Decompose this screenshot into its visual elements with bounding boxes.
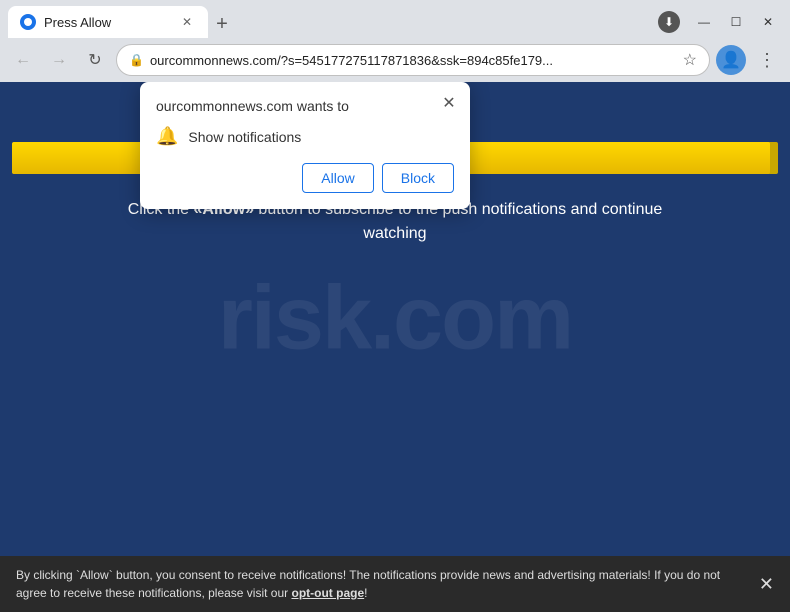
dialog-permission-label: Show notifications — [188, 129, 301, 145]
profile-button[interactable]: 👤 — [716, 45, 746, 75]
allow-button[interactable]: Allow — [302, 163, 373, 193]
dialog-site-text: ourcommonnews.com wants to — [156, 98, 454, 114]
back-button[interactable]: ← — [8, 45, 38, 75]
title-bar: Press Allow ✕ + ⬇ — ☐ ✕ — [0, 0, 790, 38]
window-controls: — ☐ ✕ — [690, 12, 782, 32]
cta-line2: watching — [363, 225, 426, 242]
download-icon: ⬇ — [658, 11, 680, 33]
bookmark-icon[interactable]: ☆ — [683, 50, 697, 70]
tab-area: Press Allow ✕ + — [8, 6, 652, 38]
bell-icon: 🔔 — [156, 126, 178, 147]
tab-close-button[interactable]: ✕ — [178, 13, 196, 31]
more-options-button[interactable]: ⋮ — [752, 45, 782, 75]
dialog-close-button[interactable]: ✕ — [438, 92, 460, 114]
toolbar: ← → ↻ 🔒 ourcommonnews.com/?s=54517727511… — [0, 38, 790, 82]
new-tab-button[interactable]: + — [208, 10, 236, 38]
bottom-notification-bar: By clicking `Allow` button, you consent … — [0, 556, 790, 612]
close-button[interactable]: ✕ — [754, 12, 782, 32]
block-button[interactable]: Block — [382, 163, 454, 193]
minimize-button[interactable]: — — [690, 12, 718, 32]
reload-button[interactable]: ↻ — [80, 45, 110, 75]
bottom-bar-text-before: By clicking `Allow` button, you consent … — [16, 568, 720, 600]
tab-favicon — [20, 14, 36, 30]
browser-window: Press Allow ✕ + ⬇ — ☐ ✕ ← → ↻ 🔒 ourcommo… — [0, 0, 790, 612]
maximize-button[interactable]: ☐ — [722, 12, 750, 32]
dialog-permission-row: 🔔 Show notifications — [156, 126, 454, 147]
bottom-bar-text-after: ! — [364, 586, 367, 600]
page-content: risk.com ✕ ourcommonnews.com wants to 🔔 … — [0, 82, 790, 556]
bottom-bar-close-button[interactable]: ✕ — [759, 571, 774, 598]
dialog-buttons: Allow Block — [156, 163, 454, 193]
forward-button[interactable]: → — [44, 45, 74, 75]
active-tab[interactable]: Press Allow ✕ — [8, 6, 208, 38]
watermark-text: risk.com — [218, 268, 572, 371]
address-bar[interactable]: 🔒 ourcommonnews.com/?s=54517727511787183… — [116, 44, 710, 76]
bottom-bar-text: By clicking `Allow` button, you consent … — [16, 566, 747, 602]
opt-out-link[interactable]: opt-out page — [291, 586, 364, 600]
address-text: ourcommonnews.com/?s=545177275117871836&… — [150, 53, 677, 68]
permission-dialog: ✕ ourcommonnews.com wants to 🔔 Show noti… — [140, 82, 470, 209]
profile-icon: 👤 — [721, 50, 741, 70]
lock-icon: 🔒 — [129, 53, 144, 67]
tab-title: Press Allow — [44, 15, 170, 30]
